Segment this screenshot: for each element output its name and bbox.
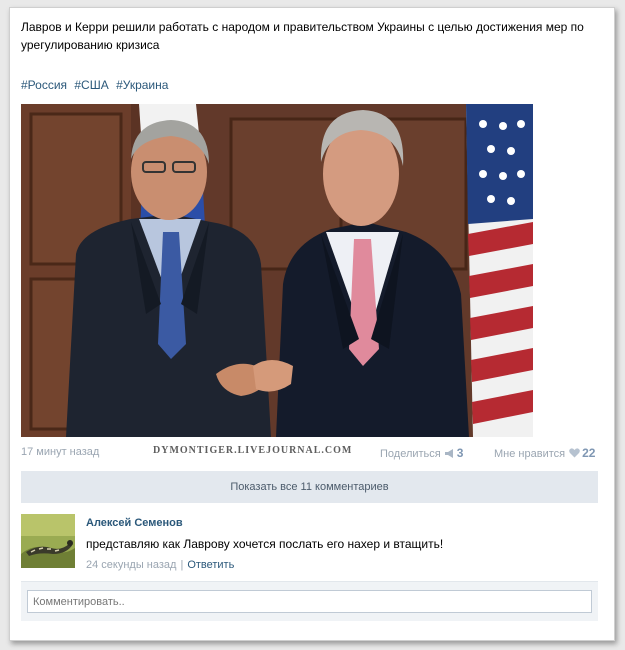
comment-text: представляю как Лаврову хочется послать … [86,537,444,551]
megaphone-icon [444,449,453,458]
hashtag-usa[interactable]: #США [74,78,108,92]
comment-meta-separator: | [180,559,184,571]
comment-author[interactable]: Алексей Семенов [86,517,183,529]
post-meta: 17 минут назад DYMONTIGER.LIVEJOURNAL.CO… [21,445,598,462]
reply-link[interactable]: Ответить [187,559,234,571]
share-count: 3 [456,446,464,460]
avatar-image [21,514,75,568]
post-time[interactable]: 17 минут назад [21,446,99,458]
like-button[interactable]: Мне нравится 22 [494,446,595,460]
show-all-comments-button[interactable]: Показать все 11 комментариев [21,471,598,503]
comment-box [21,581,598,621]
post-photo[interactable] [21,104,533,437]
comment-time[interactable]: 24 секунды назад [86,559,176,571]
share-label: Поделиться [380,448,441,460]
share-button[interactable]: Поделиться 3 [380,446,463,460]
comment-item: Алексей Семенов представляю как Лаврову … [21,514,598,578]
like-label: Мне нравится [494,448,566,460]
hashtag-ukraine[interactable]: #Украина [116,78,168,92]
hashtag-list: #Россия #США #Украина [21,78,172,92]
avatar[interactable] [21,514,75,568]
watermark: DYMONTIGER.LIVEJOURNAL.COM [153,445,353,456]
heart-icon [569,448,580,458]
comment-meta: 24 секунды назад | Ответить [86,559,234,571]
photo-illustration [21,104,533,437]
post-text: Лавров и Керри решили работать с народом… [21,20,584,52]
comment-input[interactable] [27,590,592,613]
like-count: 22 [582,446,596,460]
post-card: Лавров и Керри решили работать с народом… [9,7,615,641]
hashtag-russia[interactable]: #Россия [21,78,67,92]
